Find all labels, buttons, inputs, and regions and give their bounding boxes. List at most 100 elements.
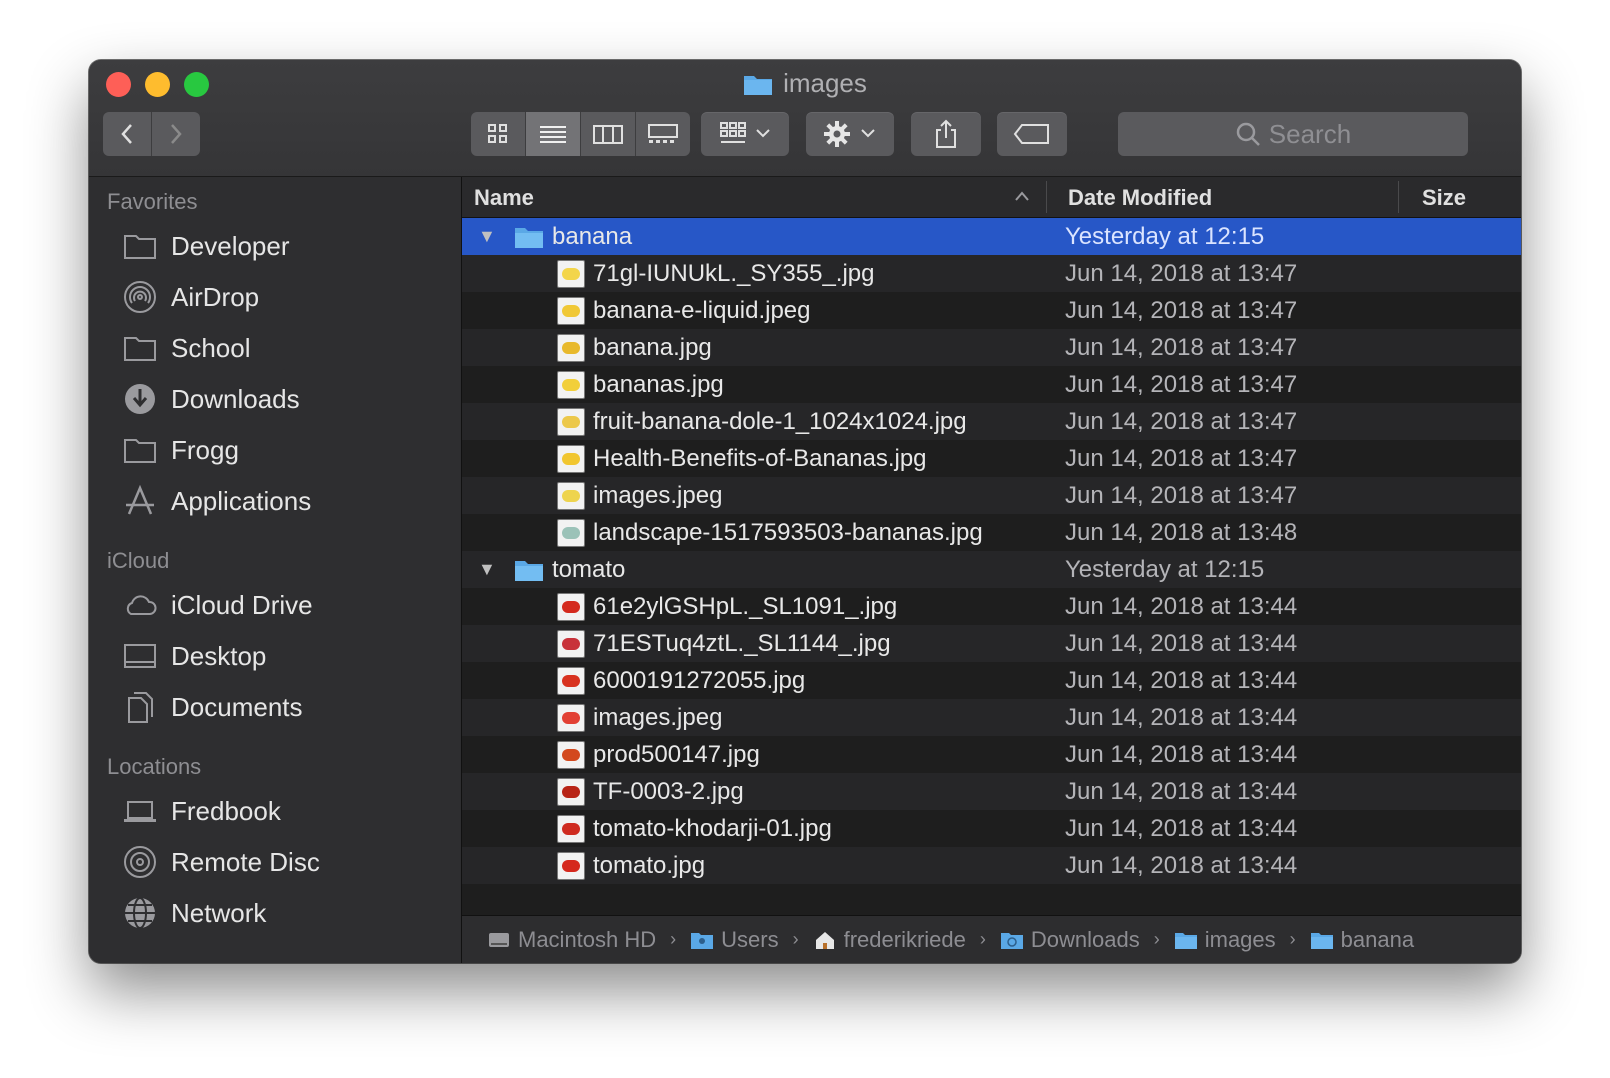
row-name: tomato.jpg [593,851,706,879]
sidebar-item-icloud-drive[interactable]: iCloud Drive [123,585,313,625]
row-name: tomato-khodarji-01.jpg [593,814,832,842]
path-crumb-label: images [1204,926,1276,952]
sidebar-item-desktop[interactable]: Desktop [123,636,266,676]
group-button[interactable] [701,112,789,156]
gallery-view-button[interactable] [636,112,690,156]
file-row[interactable]: bananas.jpg Jun 14, 2018 at 13:47 [462,366,1521,403]
folder-row[interactable]: ▼ banana Yesterday at 12:15 [462,218,1521,255]
sidebar-item-label: Documents [171,691,303,722]
tags-button[interactable] [997,112,1067,156]
disclosure-triangle-icon[interactable]: ▼ [478,226,496,247]
image-thumbnail-icon [557,407,585,436]
image-thumbnail-icon [557,814,585,843]
list-view-button[interactable] [526,112,581,156]
column-header-size[interactable]: Size [1422,185,1466,211]
sidebar-item-label: Applications [171,485,312,516]
airdrop-icon [124,281,156,313]
sort-ascending-icon [1015,191,1029,201]
group-icon [720,122,770,143]
file-row[interactable]: banana.jpg Jun 14, 2018 at 13:47 [462,329,1521,366]
sidebar-item-airdrop[interactable]: AirDrop [123,277,259,317]
file-row[interactable]: tomato-khodarji-01.jpg Jun 14, 2018 at 13… [462,810,1521,847]
search-icon [1236,122,1260,146]
sidebar-item-remote-disc[interactable]: Remote Disc [123,842,320,882]
chevron-right-icon [171,124,182,144]
share-button[interactable] [911,112,981,156]
file-row[interactable]: 61e2ylGSHpL._SL1091_.jpg Jun 14, 2018 at … [462,588,1521,625]
sidebar-item-developer[interactable]: Developer [123,226,290,266]
column-header-date-modified[interactable]: Date Modified [1068,185,1212,211]
window-title: images [89,68,1521,99]
path-crumb[interactable]: banana [1310,927,1414,953]
desktop-icon [124,644,156,668]
action-button[interactable] [806,112,894,156]
row-name: banana [552,222,633,250]
path-crumb[interactable]: Macintosh HD [487,927,656,953]
folder-icon [1310,930,1334,950]
back-button[interactable] [103,112,152,156]
sidebar-item-frogg[interactable]: Frogg [123,430,239,470]
column-header-name[interactable]: Name [474,185,534,211]
row-date-modified: Jun 14, 2018 at 13:44 [1065,666,1298,694]
row-date-modified: Jun 14, 2018 at 13:44 [1065,629,1298,657]
file-row[interactable]: landscape-1517593503-bananas.jpg Jun 14, … [462,514,1521,551]
column-view-button[interactable] [581,112,636,156]
file-row[interactable]: 6000191272055.jpg Jun 14, 2018 at 13:44 [462,662,1521,699]
forward-button[interactable] [152,112,200,156]
folder-icon [744,75,773,95]
list-icon [540,126,566,143]
sidebar-item-school[interactable]: School [123,328,251,368]
image-thumbnail-icon [557,666,585,695]
sidebar-item-documents[interactable]: Documents [123,687,303,727]
column-divider[interactable] [1398,181,1399,213]
file-row[interactable]: banana-e-liquid.jpeg Jun 14, 2018 at 13:4… [462,292,1521,329]
sidebar-item-applications[interactable]: Applications [123,481,311,521]
path-crumb-label: Users [721,926,779,952]
row-name: 61e2ylGSHpL._SL1091_.jpg [593,592,898,620]
path-crumb[interactable]: frederikriede [813,927,966,953]
sidebar-item-label: Remote Disc [171,846,320,877]
sidebar-item-network[interactable]: Network [123,893,266,933]
search-field[interactable]: Search [1118,112,1468,156]
sidebar-item-fredbook[interactable]: Fredbook [123,791,281,831]
path-crumb[interactable]: Users [690,926,779,953]
file-row[interactable]: TF-0003-2.jpg Jun 14, 2018 at 13:44 [462,773,1521,810]
file-row[interactable]: prod500147.jpg Jun 14, 2018 at 13:44 [462,736,1521,773]
folder-row[interactable]: ▼ tomato Yesterday at 12:15 [462,551,1521,588]
path-crumb[interactable]: Downloads [1000,927,1140,953]
folder-icon [515,227,543,248]
sidebar-section-favorites: Favorites [107,189,198,214]
sidebar-item-label: AirDrop [171,281,260,312]
row-name: banana.jpg [593,333,712,361]
file-row[interactable]: tomato.jpg Jun 14, 2018 at 13:44 [462,847,1521,884]
file-row[interactable]: fruit-banana-dole-1_1024x1024.jpg Jun 14,… [462,403,1521,440]
path-crumb[interactable]: images [1174,927,1276,953]
sidebar-item-label: Desktop [171,640,267,671]
disclosure-triangle-icon[interactable]: ▼ [478,559,496,580]
row-date-modified: Jun 14, 2018 at 13:44 [1065,851,1298,879]
toolbar: images Search [89,60,1521,177]
icon-view-button[interactable] [471,112,526,156]
row-name: images.jpeg [593,703,723,731]
row-date-modified: Jun 14, 2018 at 13:47 [1065,333,1298,361]
folder-icon [515,560,543,581]
image-thumbnail-icon [557,444,585,473]
search-placeholder: Search [1268,118,1352,149]
sidebar-item-label: iCloud Drive [171,589,313,620]
row-date-modified: Jun 14, 2018 at 13:47 [1065,481,1298,509]
row-date-modified: Yesterday at 12:15 [1065,222,1265,250]
file-row[interactable]: 71ESTuq4ztL._SL1144_.jpg Jun 14, 2018 at … [462,625,1521,662]
file-row[interactable]: 71gl-IUNUkL._SY355_.jpg Jun 14, 2018 at 1… [462,255,1521,292]
sidebar-item-label: Network [171,897,267,928]
documents-icon [128,692,153,723]
window-title-text: images [783,68,867,98]
file-row[interactable]: images.jpeg Jun 14, 2018 at 13:44 [462,699,1521,736]
chevron-left-icon [121,124,132,144]
users-folder-icon [690,930,714,950]
applications-icon [126,484,154,515]
column-divider[interactable] [1046,181,1047,213]
file-row[interactable]: images.jpeg Jun 14, 2018 at 13:47 [462,477,1521,514]
file-row[interactable]: Health-Benefits-of-Bananas.jpg Jun 14, 20… [462,440,1521,477]
path-crumb-label: Downloads [1030,926,1140,952]
sidebar-item-downloads[interactable]: Downloads [123,379,300,419]
